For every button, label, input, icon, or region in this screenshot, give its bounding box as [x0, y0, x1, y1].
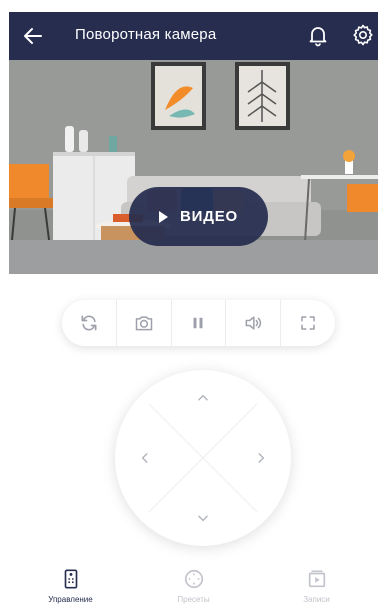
fullscreen-icon	[301, 316, 315, 330]
pan-up-button[interactable]	[191, 386, 215, 410]
fullscreen-button[interactable]	[281, 300, 335, 346]
app-header: Поворотная камера	[9, 12, 378, 60]
presets-icon	[184, 569, 203, 589]
video-button-label: ВИДЕО	[180, 208, 238, 225]
nav-label-presets: Пресеты	[177, 595, 210, 604]
arrow-left-icon[interactable]	[21, 24, 45, 48]
gear-icon[interactable]	[351, 23, 375, 47]
play-icon	[159, 210, 168, 223]
pan-right-button[interactable]	[249, 446, 273, 470]
nav-label-control: Управление	[48, 595, 93, 604]
screenshot-button[interactable]	[117, 300, 172, 346]
video-preview[interactable]: ВИДЕО	[9, 60, 378, 274]
camera-toolbar	[62, 300, 335, 346]
rotate-button[interactable]	[62, 300, 117, 346]
camera-icon	[135, 316, 152, 331]
ptz-joystick[interactable]	[115, 370, 291, 546]
rotate-icon	[81, 315, 97, 331]
video-play-button[interactable]: ВИДЕО	[129, 187, 268, 246]
bell-icon[interactable]	[306, 23, 330, 47]
app-screen: Поворотная камера ВИДЕО Управление Пресе…	[9, 12, 378, 612]
pause-button[interactable]	[172, 300, 227, 346]
pause-icon	[193, 317, 203, 329]
recordings-icon	[308, 570, 325, 588]
nav-item-presets[interactable]: Пресеты	[132, 562, 255, 612]
volume-button[interactable]	[226, 300, 282, 346]
chevron-up-icon	[198, 394, 208, 401]
nav-item-control[interactable]: Управление	[9, 562, 132, 612]
pan-left-button[interactable]	[133, 446, 157, 470]
pan-down-button[interactable]	[191, 506, 215, 530]
bottom-navigation: Управление Пресеты Записи	[9, 562, 378, 612]
volume-icon	[245, 316, 262, 330]
nav-item-recordings[interactable]: Записи	[255, 562, 378, 612]
chevron-down-icon	[198, 515, 208, 522]
chevron-left-icon	[141, 453, 148, 463]
page-title: Поворотная камера	[75, 26, 217, 43]
chevron-right-icon	[258, 453, 265, 463]
nav-label-recordings: Записи	[303, 595, 330, 604]
remote-icon	[64, 569, 77, 589]
